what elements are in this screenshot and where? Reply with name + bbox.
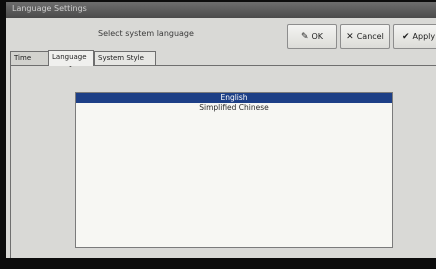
- tab-panel: English Simplified Chinese: [10, 65, 436, 258]
- pencil-icon: ✎: [300, 31, 309, 42]
- list-item-english[interactable]: English: [76, 93, 392, 103]
- tab-time[interactable]: Time: [10, 51, 50, 65]
- cancel-button[interactable]: ✕ Cancel: [340, 24, 390, 49]
- ok-button[interactable]: ✎ OK: [287, 24, 337, 49]
- instruction-text: Select system language: [98, 29, 194, 38]
- ok-button-label: OK: [311, 32, 324, 41]
- apply-button-label: Apply: [412, 32, 436, 41]
- check-icon: ✔: [402, 31, 410, 42]
- apply-button[interactable]: ✔ Apply: [393, 24, 436, 49]
- dialog-window: Language Settings Select system language…: [6, 2, 436, 258]
- cancel-button-label: Cancel: [356, 32, 384, 41]
- tab-system-style[interactable]: System Style: [94, 51, 156, 65]
- title-bar[interactable]: Language Settings: [6, 2, 436, 18]
- list-item-simplified-chinese[interactable]: Simplified Chinese: [76, 103, 392, 113]
- language-list[interactable]: English Simplified Chinese: [75, 92, 393, 248]
- x-icon: ✕: [346, 31, 354, 42]
- window-title: Language Settings: [12, 4, 87, 13]
- tab-language[interactable]: Language: [48, 50, 94, 66]
